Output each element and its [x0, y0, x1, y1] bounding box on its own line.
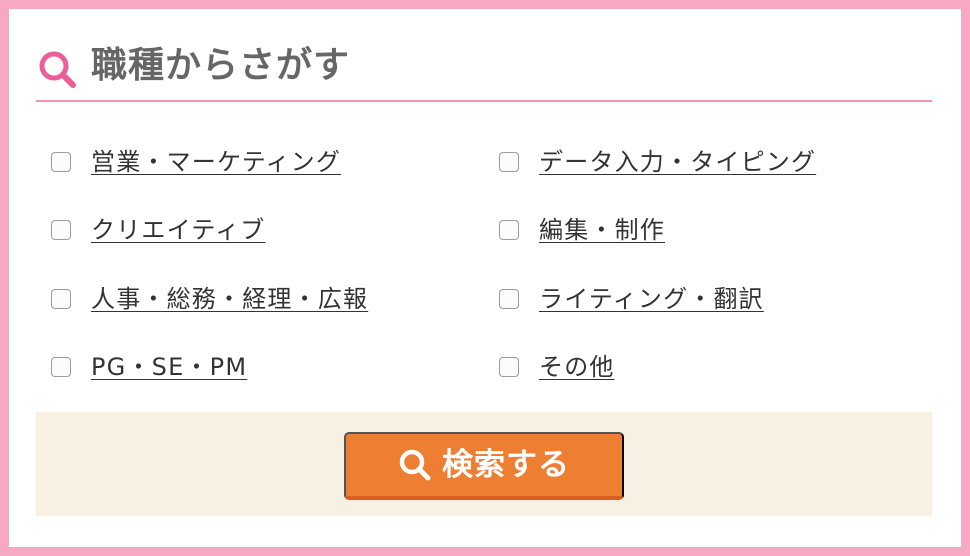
- job-option-editing-production[interactable]: 編集・制作: [499, 213, 665, 247]
- panel-content: 職種からさがす 営業・マーケティング データ入力・タイピング クリエイティブ 編…: [36, 34, 932, 516]
- checkbox[interactable]: [51, 220, 71, 240]
- job-option-other[interactable]: その他: [499, 350, 615, 384]
- checkbox[interactable]: [51, 357, 71, 377]
- job-option-creative[interactable]: クリエイティブ: [51, 213, 265, 247]
- checkbox[interactable]: [499, 357, 519, 377]
- option-label[interactable]: 人事・総務・経理・広報: [91, 284, 368, 314]
- search-button[interactable]: 検索する: [344, 432, 624, 500]
- section-title: 職種からさがす: [91, 45, 351, 86]
- option-label[interactable]: 編集・制作: [539, 215, 665, 245]
- section-header: 職種からさがす: [36, 34, 932, 102]
- job-option-hr-admin-accounting-pr[interactable]: 人事・総務・経理・広報: [51, 282, 368, 316]
- job-option-pg-se-pm[interactable]: PG・SE・PM: [51, 350, 247, 384]
- option-label[interactable]: PG・SE・PM: [91, 352, 247, 382]
- search-icon: [399, 449, 431, 481]
- job-option-sales-marketing[interactable]: 営業・マーケティング: [51, 145, 341, 179]
- option-label[interactable]: クリエイティブ: [91, 215, 265, 245]
- option-label[interactable]: ライティング・翻訳: [539, 284, 764, 314]
- option-label[interactable]: 営業・マーケティング: [91, 147, 341, 177]
- search-button-label[interactable]: 検索する: [442, 448, 570, 482]
- checkbox[interactable]: [499, 152, 519, 172]
- option-label[interactable]: その他: [539, 352, 615, 382]
- job-option-data-entry-typing[interactable]: データ入力・タイピング: [499, 145, 816, 179]
- checkbox[interactable]: [51, 289, 71, 309]
- checkbox[interactable]: [499, 220, 519, 240]
- job-option-writing-translation[interactable]: ライティング・翻訳: [499, 282, 764, 316]
- job-category-search-panel: 職種からさがす 営業・マーケティング データ入力・タイピング クリエイティブ 編…: [0, 0, 970, 556]
- search-submit-area: 検索する: [36, 412, 932, 516]
- search-icon: [39, 51, 76, 88]
- checkbox[interactable]: [51, 152, 71, 172]
- option-label[interactable]: データ入力・タイピング: [539, 147, 816, 177]
- checkbox[interactable]: [499, 289, 519, 309]
